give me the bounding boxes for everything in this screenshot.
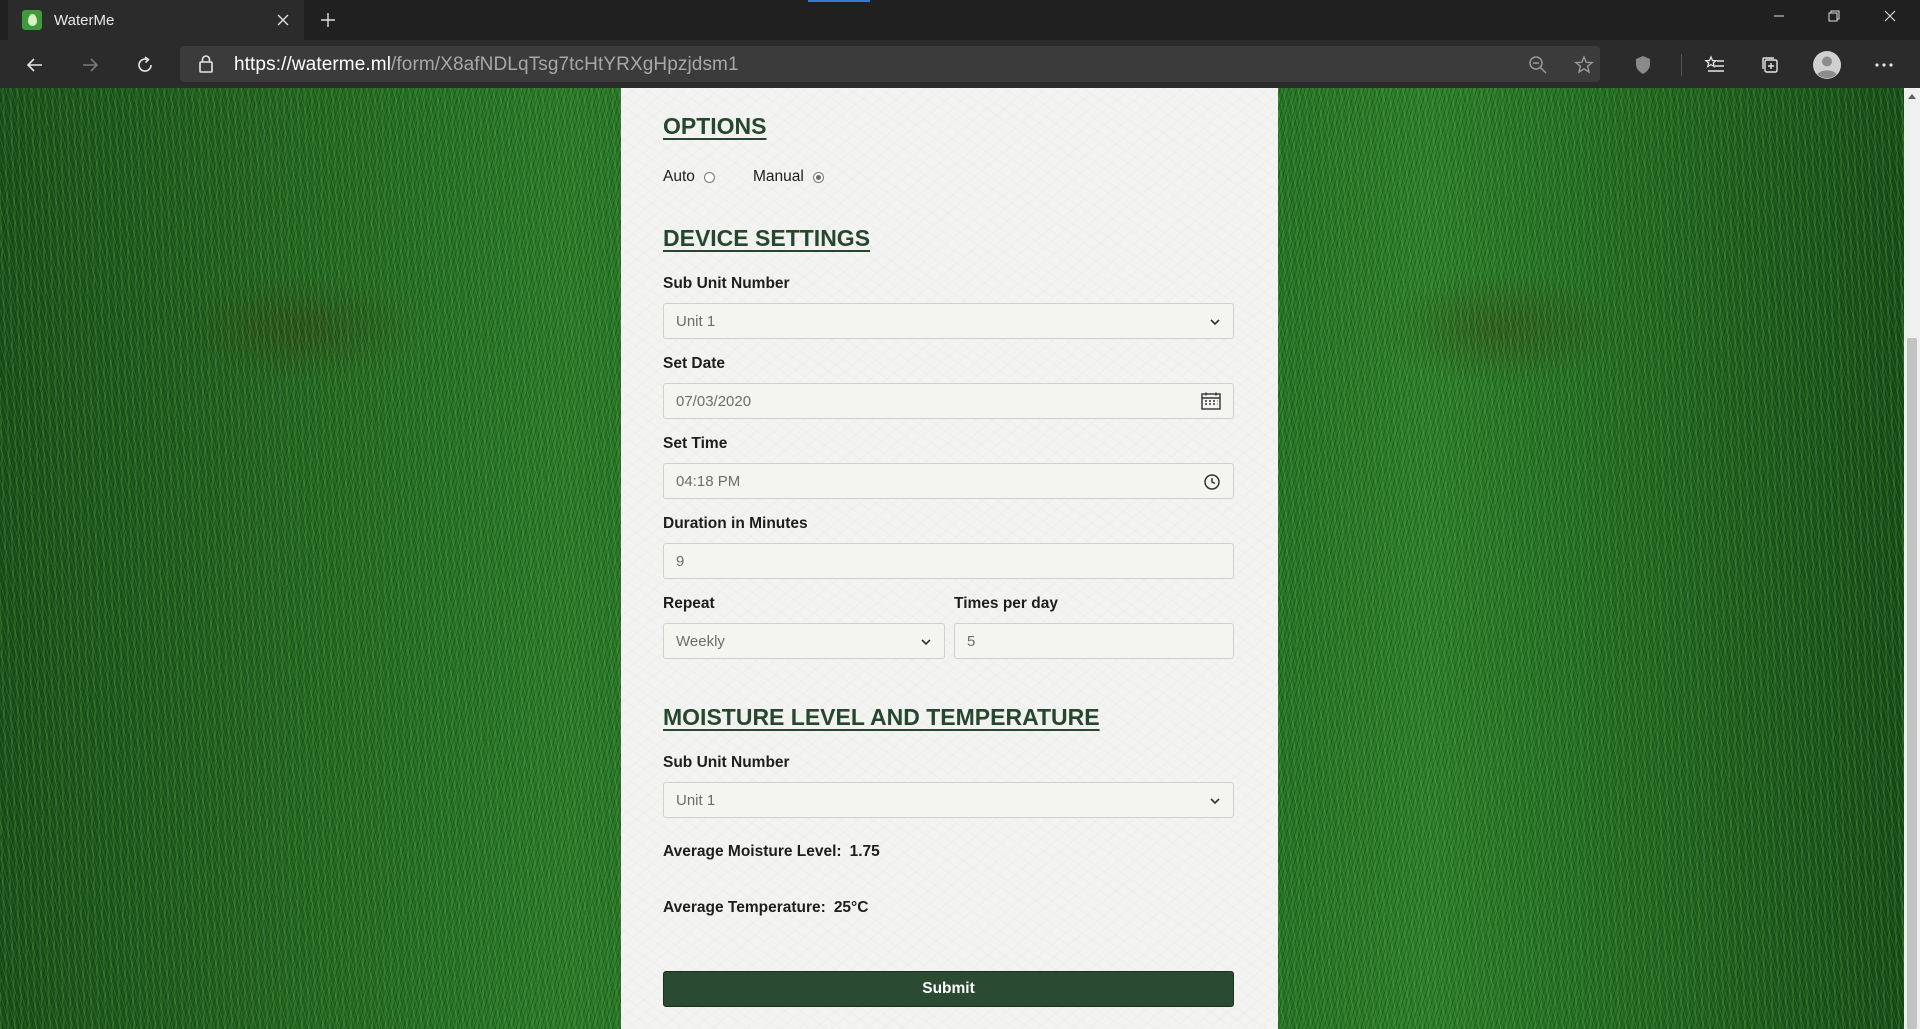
auto-radio[interactable] — [704, 172, 715, 183]
restore-icon[interactable] — [1806, 0, 1862, 32]
chevron-down-icon — [1209, 315, 1221, 332]
close-window-icon[interactable] — [1862, 0, 1918, 32]
set-time-label: Set Time — [663, 435, 728, 452]
sub-unit-label: Sub Unit Number — [663, 275, 790, 292]
scroll-up-arrow-icon[interactable] — [1904, 88, 1920, 104]
url-text: https://waterme.ml/form/X8afNDLqTsg7tcHt… — [234, 54, 739, 76]
repeat-label: Repeat — [663, 595, 715, 612]
refresh-icon[interactable] — [128, 48, 162, 82]
average-temperature-value: 25°C — [833, 899, 869, 916]
chevron-down-icon — [1209, 794, 1221, 811]
date-value: 07/03/2020 — [676, 392, 752, 410]
times-per-day-input[interactable]: 5 — [954, 623, 1234, 659]
repeat-select[interactable]: Weekly — [663, 623, 945, 659]
calendar-icon[interactable] — [1201, 392, 1221, 414]
clock-icon[interactable] — [1203, 473, 1221, 495]
forward-icon[interactable] — [73, 48, 107, 82]
submit-button[interactable]: Submit — [663, 971, 1234, 1007]
repeat-value: Weekly — [676, 632, 725, 650]
options-heading: OPTIONS — [663, 113, 767, 139]
manual-label: Manual — [753, 168, 804, 185]
collections-icon[interactable] — [1753, 48, 1787, 82]
auto-label: Auto — [663, 168, 695, 185]
scrollbar-thumb[interactable] — [1907, 338, 1917, 1029]
time-value: 04:18 PM — [676, 472, 741, 490]
date-input[interactable]: 07/03/2020 — [663, 383, 1234, 419]
average-moisture-label: Average Moisture Level: — [663, 843, 842, 860]
waterme-favicon-icon — [22, 10, 42, 30]
tab-title: WaterMe — [54, 11, 115, 29]
lock-icon — [198, 54, 214, 79]
more-options-icon[interactable] — [1867, 48, 1901, 82]
moisture-sub-unit-select[interactable]: Unit 1 — [663, 782, 1234, 818]
duration-value: 9 — [676, 552, 685, 570]
url-field[interactable]: https://waterme.ml/form/X8afNDLqTsg7tcHt… — [180, 46, 1600, 82]
average-temperature-label: Average Temperature: — [663, 899, 826, 916]
toolbar-divider — [1681, 54, 1682, 76]
new-tab-icon[interactable] — [312, 4, 344, 36]
duration-label: Duration in Minutes — [663, 515, 808, 532]
manual-radio[interactable] — [813, 172, 824, 183]
url-path: /form/X8afNDLqTsg7tcHtYRXgHpzjdsm1 — [391, 54, 739, 75]
page-scrollbar[interactable] — [1904, 88, 1920, 1029]
tab-bar: WaterMe — [0, 0, 1920, 40]
form-panel: OPTIONS Auto Manual DEVICE SETTINGS Sub … — [621, 88, 1278, 1029]
average-moisture: Average Moisture Level: 1.75 — [663, 843, 880, 861]
time-input[interactable]: 04:18 PM — [663, 463, 1234, 499]
url-host: https://waterme.ml — [234, 54, 392, 75]
browser-tab[interactable]: WaterMe — [8, 0, 304, 40]
profile-avatar-icon[interactable] — [1810, 48, 1844, 82]
times-per-day-value: 5 — [967, 632, 976, 650]
tab-loading-indicator — [808, 0, 870, 2]
average-moisture-value: 1.75 — [849, 843, 880, 860]
zoom-icon[interactable] — [1521, 48, 1555, 82]
moisture-sub-unit-label: Sub Unit Number — [663, 754, 790, 771]
moisture-heading: MOISTURE LEVEL AND TEMPERATURE — [663, 704, 1100, 730]
average-temperature: Average Temperature: 25°C — [663, 899, 868, 917]
address-bar: https://waterme.ml/form/X8afNDLqTsg7tcHt… — [0, 40, 1920, 88]
close-tab-icon[interactable] — [268, 5, 298, 35]
set-date-label: Set Date — [663, 355, 726, 372]
back-icon[interactable] — [18, 48, 52, 82]
grass-background: OPTIONS Auto Manual DEVICE SETTINGS Sub … — [0, 88, 1904, 1029]
sub-unit-value: Unit 1 — [676, 312, 716, 330]
duration-input[interactable]: 9 — [663, 543, 1234, 579]
favorite-star-icon[interactable] — [1567, 48, 1601, 82]
shield-icon[interactable] — [1626, 48, 1660, 82]
times-per-day-label: Times per day — [954, 595, 1058, 612]
device-settings-heading: DEVICE SETTINGS — [663, 225, 871, 251]
chevron-down-icon — [920, 635, 932, 652]
moisture-sub-unit-value: Unit 1 — [676, 791, 716, 809]
favorites-list-icon[interactable] — [1698, 48, 1732, 82]
sub-unit-select[interactable]: Unit 1 — [663, 303, 1234, 339]
minimize-icon[interactable] — [1751, 0, 1807, 32]
